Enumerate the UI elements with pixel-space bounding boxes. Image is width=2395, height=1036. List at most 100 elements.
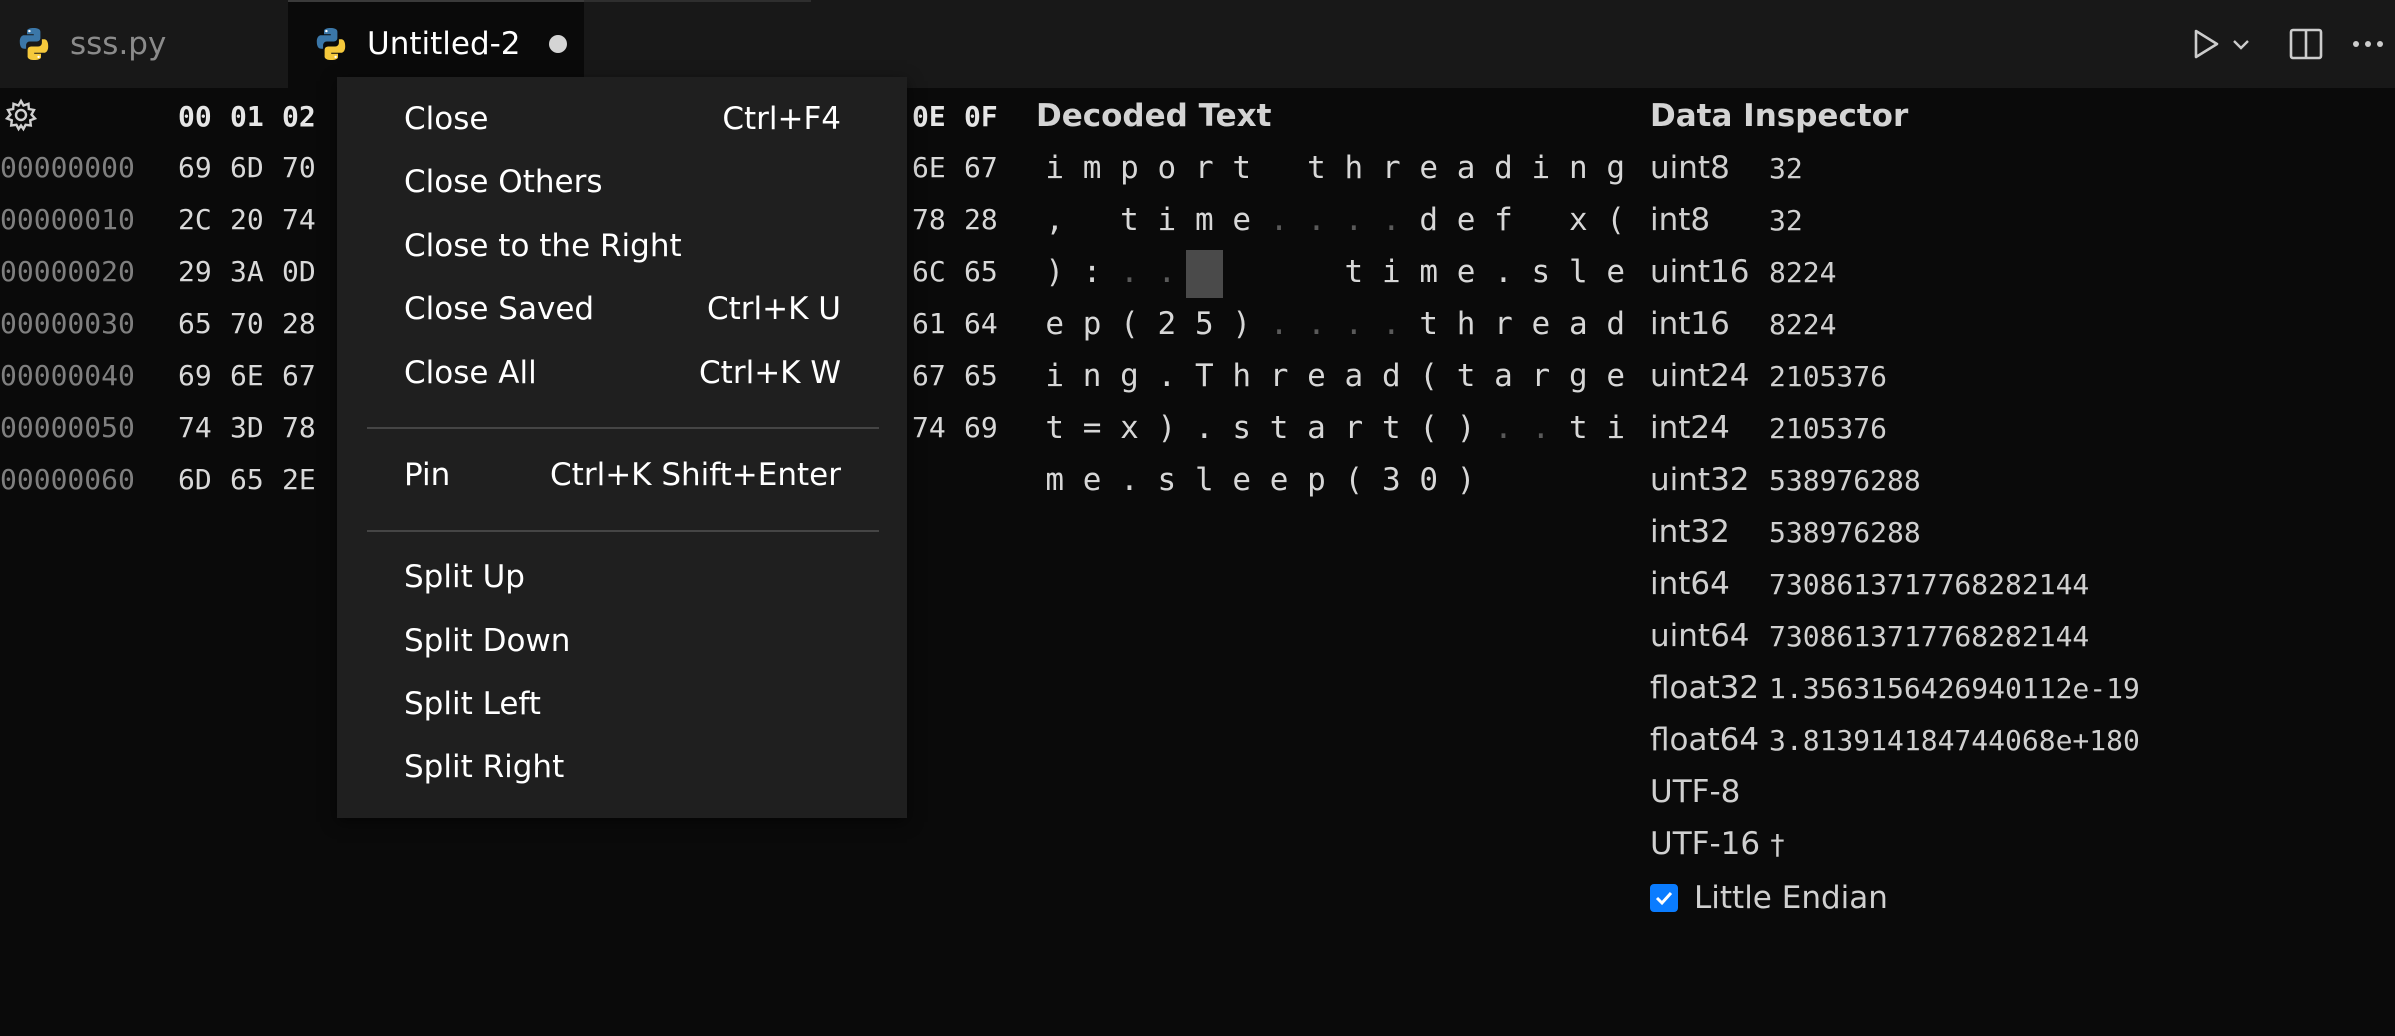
decoded-char[interactable]: t bbox=[1410, 306, 1447, 342]
decoded-char[interactable]: r bbox=[1522, 358, 1559, 394]
decoded-char[interactable]: e bbox=[1410, 150, 1447, 186]
decoded-char[interactable]: . bbox=[1298, 202, 1335, 238]
decoded-char[interactable]: m bbox=[1186, 202, 1223, 238]
decoded-char[interactable]: a bbox=[1447, 150, 1484, 186]
decoded-char[interactable]: i bbox=[1036, 150, 1073, 186]
decoded-char[interactable]: t bbox=[1036, 410, 1073, 446]
inspector-value[interactable]: 2105376 bbox=[1769, 412, 1887, 445]
hex-byte[interactable]: 67 bbox=[912, 359, 946, 392]
inspector-value[interactable]: 32 bbox=[1769, 152, 1803, 185]
hex-byte[interactable]: 2C bbox=[178, 203, 212, 236]
hex-byte[interactable]: 67 bbox=[282, 359, 316, 392]
tab-untitled-2[interactable]: Untitled-2 bbox=[288, 0, 584, 88]
decoded-char[interactable]: e bbox=[1073, 462, 1110, 498]
hex-byte[interactable]: 74 bbox=[912, 411, 946, 444]
more-actions-button[interactable] bbox=[2348, 24, 2388, 64]
decoded-char[interactable]: h bbox=[1223, 358, 1260, 394]
inspector-value[interactable]: 7308613717768282144 bbox=[1769, 568, 2089, 601]
decoded-char[interactable]: . bbox=[1148, 358, 1185, 394]
decoded-char[interactable]: a bbox=[1485, 358, 1522, 394]
decoded-char[interactable]: h bbox=[1447, 306, 1484, 342]
run-button[interactable] bbox=[2186, 24, 2226, 64]
hex-byte[interactable]: 2E bbox=[282, 463, 316, 496]
little-endian-checkbox[interactable] bbox=[1650, 884, 1678, 912]
hex-byte[interactable]: 65 bbox=[178, 307, 212, 340]
decoded-char[interactable]: = bbox=[1073, 410, 1110, 446]
decoded-char[interactable]: . bbox=[1485, 410, 1522, 446]
decoded-char[interactable]: t bbox=[1447, 358, 1484, 394]
decoded-char[interactable]: ) bbox=[1148, 410, 1185, 446]
decoded-char[interactable]: . bbox=[1260, 202, 1297, 238]
hex-byte[interactable]: 6E bbox=[912, 151, 946, 184]
decoded-char[interactable]: . bbox=[1335, 306, 1372, 342]
decoded-char[interactable]: T bbox=[1186, 358, 1223, 394]
decoded-char[interactable]: r bbox=[1186, 150, 1223, 186]
decoded-char[interactable]: l bbox=[1186, 462, 1223, 498]
split-editor-button[interactable] bbox=[2286, 24, 2326, 64]
hex-byte[interactable]: 65 bbox=[964, 359, 998, 392]
hex-byte[interactable]: 69 bbox=[964, 411, 998, 444]
decoded-char[interactable]: d bbox=[1373, 358, 1410, 394]
menu-item-close[interactable]: Close Ctrl+F4 bbox=[337, 93, 907, 149]
decoded-char[interactable]: i bbox=[1148, 202, 1185, 238]
decoded-char[interactable]: s bbox=[1522, 254, 1559, 290]
tab-sss-py[interactable]: sss.py bbox=[0, 0, 286, 88]
hex-byte[interactable]: 64 bbox=[964, 307, 998, 340]
hex-byte[interactable]: 28 bbox=[964, 203, 998, 236]
decoded-char[interactable]: ) bbox=[1447, 410, 1484, 446]
hex-byte[interactable]: 74 bbox=[178, 411, 212, 444]
unsaved-dot-icon[interactable] bbox=[548, 35, 567, 53]
inspector-value[interactable]: 32 bbox=[1769, 204, 1803, 237]
menu-item-close-others[interactable]: Close Others bbox=[337, 156, 907, 212]
decoded-char[interactable]: f bbox=[1485, 202, 1522, 238]
inspector-value[interactable]: 1.3563156426940112e-19 bbox=[1769, 672, 2140, 705]
decoded-char[interactable]: n bbox=[1073, 358, 1110, 394]
hex-byte[interactable]: 3D bbox=[230, 411, 264, 444]
decoded-char[interactable]: . bbox=[1111, 462, 1148, 498]
inspector-value[interactable]: 3.813914184744068e+180 bbox=[1769, 724, 2140, 757]
decoded-char[interactable]: . bbox=[1335, 202, 1372, 238]
decoded-char[interactable]: h bbox=[1335, 150, 1372, 186]
decoded-char[interactable]: t bbox=[1373, 410, 1410, 446]
menu-item-split-up[interactable]: Split Up bbox=[337, 551, 907, 607]
menu-item-split-right[interactable]: Split Right bbox=[337, 741, 907, 797]
decoded-char[interactable]: e bbox=[1223, 202, 1260, 238]
decoded-char[interactable]: g bbox=[1111, 358, 1148, 394]
decoded-char[interactable]: 2 bbox=[1148, 306, 1185, 342]
decoded-char[interactable]: n bbox=[1560, 150, 1597, 186]
hex-byte[interactable]: 6C bbox=[912, 255, 946, 288]
hex-byte[interactable]: 78 bbox=[912, 203, 946, 236]
inspector-value[interactable]: 7308613717768282144 bbox=[1769, 620, 2089, 653]
menu-item-close-to-the-right[interactable]: Close to the Right bbox=[337, 220, 907, 276]
decoded-char[interactable]: e bbox=[1036, 306, 1073, 342]
hex-byte[interactable]: 69 bbox=[178, 151, 212, 184]
decoded-char[interactable]: g bbox=[1560, 358, 1597, 394]
decoded-char[interactable]: e bbox=[1298, 358, 1335, 394]
decoded-char[interactable]: . bbox=[1186, 410, 1223, 446]
decoded-char[interactable]: ) bbox=[1223, 306, 1260, 342]
decoded-char[interactable]: o bbox=[1148, 150, 1185, 186]
decoded-char[interactable]: t bbox=[1111, 202, 1148, 238]
hex-byte[interactable]: 74 bbox=[282, 203, 316, 236]
decoded-char[interactable]: g bbox=[1597, 150, 1634, 186]
decoded-char[interactable]: ) bbox=[1036, 254, 1073, 290]
menu-item-close-saved[interactable]: Close Saved Ctrl+K U bbox=[337, 283, 907, 339]
hex-byte[interactable]: 6E bbox=[230, 359, 264, 392]
hex-byte[interactable]: 29 bbox=[178, 255, 212, 288]
decoded-char[interactable]: 0 bbox=[1410, 462, 1447, 498]
decoded-char[interactable]: e bbox=[1447, 202, 1484, 238]
decoded-char[interactable]: p bbox=[1111, 150, 1148, 186]
decoded-char[interactable]: e bbox=[1597, 254, 1634, 290]
inspector-value[interactable]: 8224 bbox=[1769, 256, 1836, 289]
decoded-char[interactable]: e bbox=[1223, 462, 1260, 498]
decoded-char[interactable]: m bbox=[1036, 462, 1073, 498]
decoded-char[interactable]: i bbox=[1373, 254, 1410, 290]
inspector-value[interactable]: † bbox=[1769, 828, 1786, 861]
decoded-char[interactable]: d bbox=[1597, 306, 1634, 342]
decoded-char[interactable]: i bbox=[1036, 358, 1073, 394]
decoded-char[interactable]: . bbox=[1111, 254, 1148, 290]
inspector-value[interactable]: 538976288 bbox=[1769, 516, 1921, 549]
decoded-char[interactable]: . bbox=[1260, 306, 1297, 342]
hex-byte[interactable]: 65 bbox=[964, 255, 998, 288]
decoded-char[interactable]: l bbox=[1560, 254, 1597, 290]
